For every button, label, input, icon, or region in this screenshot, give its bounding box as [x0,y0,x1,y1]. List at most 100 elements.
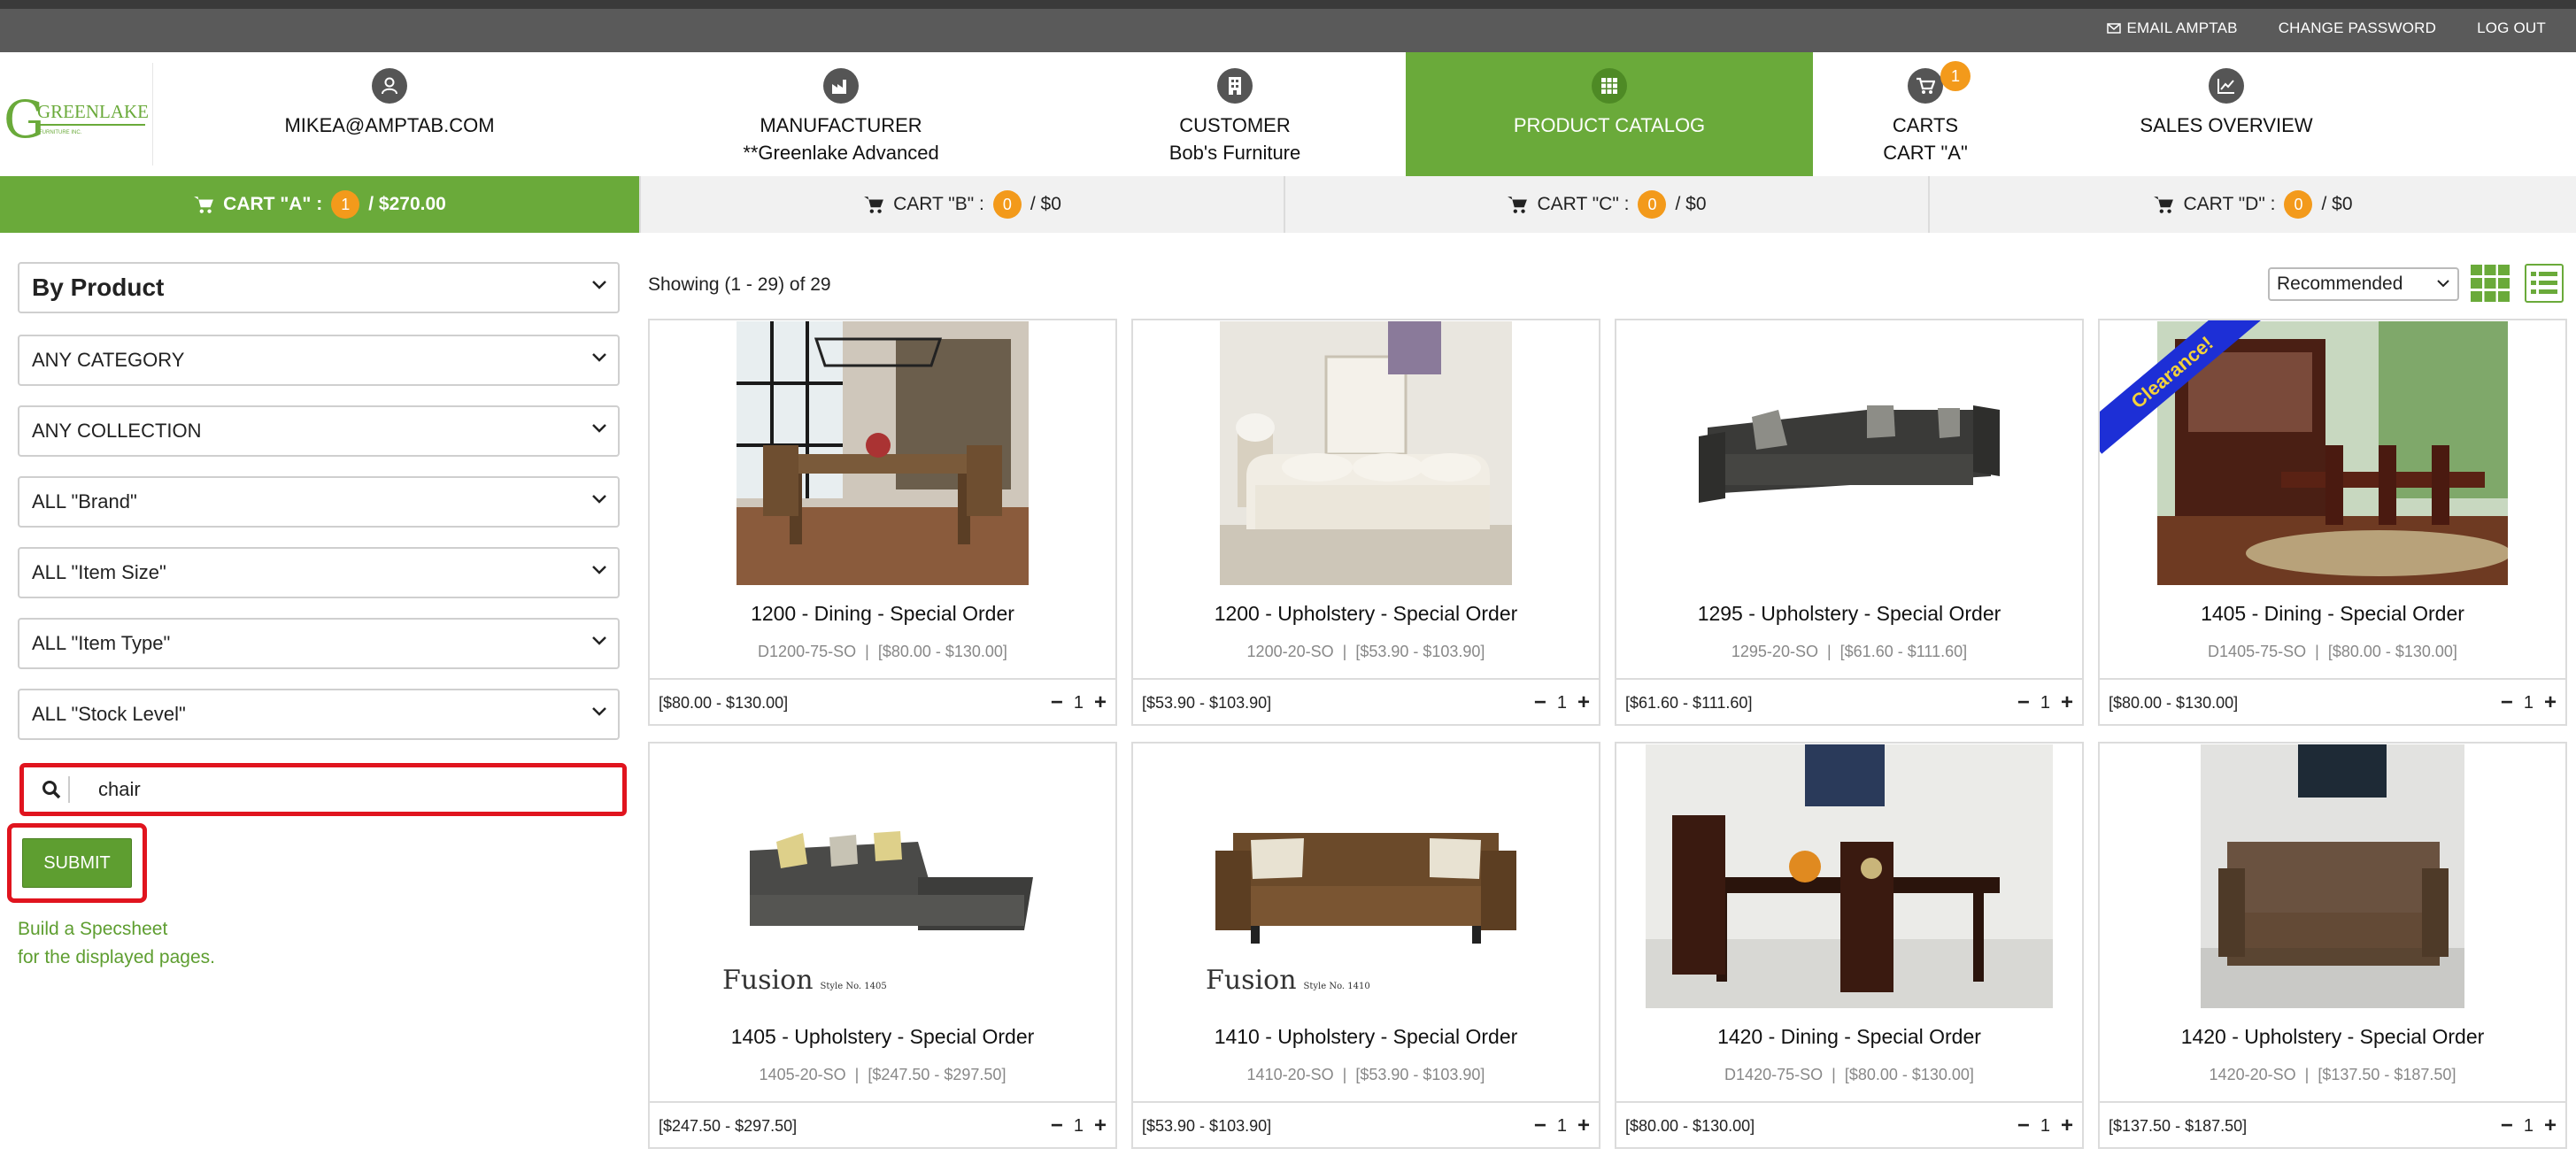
product-image[interactable] [2100,744,2565,1009]
item-size-select[interactable]: ALL "Item Size" [18,547,620,598]
logout-link[interactable]: LOG OUT [2477,19,2546,37]
product-title[interactable]: 1410 - Upholstery - Special Order [1133,1025,1599,1049]
filter-mode-select[interactable]: By Product [18,262,620,313]
product-sku-range: D1200-75-SO | [$80.00 - $130.00] [758,643,1007,660]
product-title[interactable]: 1405 - Upholstery - Special Order [650,1025,1115,1049]
product-sku-range: 1200-20-SO | [$53.90 - $103.90] [1246,643,1485,660]
chevron-down-icon [592,353,606,362]
quantity-value: 1 [2040,1115,2050,1136]
product-sku: 1200-20-SO [1246,643,1334,660]
cart-tab-b[interactable]: CART "B" : 0 / $0 [641,176,1285,233]
product-card[interactable]: 1200 - Dining - Special Order D1200-75-S… [648,319,1117,726]
product-card[interactable]: Fusion Style No. 1410 1410 - Upholstery -… [1131,742,1600,1149]
product-card[interactable]: 1420 - Upholstery - Special Order 1420-2… [2098,742,2567,1149]
plus-icon[interactable]: + [1577,690,1590,715]
cart-tab-a[interactable]: CART "A" : 1 / $270.00 [0,176,641,233]
product-sku-range: 1405-20-SO | [$247.50 - $297.50] [759,1066,1006,1083]
search-icon[interactable] [35,776,70,803]
product-sku-range: D1420-75-SO | [$80.00 - $130.00] [1724,1066,1974,1083]
nav-user[interactable]: MIKEA@AMPTAB.COM [283,52,496,176]
cart-icon [1908,68,1943,104]
email-link[interactable]: EMAIL AMPTAB [2107,19,2238,37]
minus-icon[interactable]: − [2501,1114,2513,1138]
product-footer: [$137.50 - $187.50] − 1 + [2100,1101,2565,1149]
cart-total: / $0 [1675,194,1707,214]
plus-icon[interactable]: + [1094,690,1107,715]
minus-icon[interactable]: − [1051,1114,1063,1138]
cart-count-badge: 0 [2284,190,2313,219]
build-specsheet-link[interactable]: Build a Specsheet for the displayed page… [18,915,215,972]
product-sku: D1200-75-SO [758,643,857,660]
product-title[interactable]: 1405 - Dining - Special Order [2100,602,2565,626]
nav-customer-value: Bob's Furniture [1168,142,1301,164]
product-card[interactable]: 1200 - Upholstery - Special Order 1200-2… [1131,319,1600,726]
product-card[interactable]: Fusion Style No. 1405 1405 - Upholstery -… [648,742,1117,1149]
chevron-down-icon [592,707,606,716]
cart-total: / $0 [2321,194,2353,214]
product-price-range: [$247.50 - $297.50] [868,1066,1006,1083]
category-select[interactable]: ANY CATEGORY [18,335,620,386]
stock-level-select[interactable]: ALL "Stock Level" [18,689,620,740]
item-type-value: ALL "Item Type" [32,632,171,654]
plus-icon[interactable]: + [2544,1114,2557,1138]
minus-icon[interactable]: − [1051,690,1063,715]
change-password-link[interactable]: CHANGE PASSWORD [2279,19,2436,37]
product-title[interactable]: 1420 - Dining - Special Order [1616,1025,2082,1049]
product-price-range: [$137.50 - $187.50] [2318,1066,2456,1083]
grid-view-icon[interactable] [2470,264,2510,303]
nav-product-catalog[interactable]: PRODUCT CATALOG [1406,52,1813,176]
product-card[interactable]: 1295 - Upholstery - Special Order 1295-2… [1615,319,2084,726]
list-view-icon[interactable] [2525,264,2564,303]
nav-sales-overview[interactable]: SALES OVERVIEW [2133,52,2319,176]
cart-tab-c[interactable]: CART "C" : 0 / $0 [1285,176,1930,233]
minus-icon[interactable]: − [1534,1114,1546,1138]
submit-button[interactable]: SUBMIT [22,838,132,888]
cart-tab-d[interactable]: CART "D" : 0 / $0 [1930,176,2576,233]
product-title[interactable]: 1200 - Upholstery - Special Order [1133,602,1599,626]
product-sku: 1295-20-SO [1731,643,1818,660]
cart-count-badge: 0 [1638,190,1667,219]
product-image[interactable] [650,320,1115,586]
product-price-range: [$53.90 - $103.90] [1355,1066,1485,1083]
product-title[interactable]: 1295 - Upholstery - Special Order [1616,602,2082,626]
plus-icon[interactable]: + [1094,1114,1107,1138]
nav-manufacturer[interactable]: MANUFACTURER **Greenlake Advanced [708,52,974,176]
product-price-range: [$61.60 - $111.60] [1839,643,1968,660]
minus-icon[interactable]: − [1534,690,1546,715]
plus-icon[interactable]: + [2061,1114,2073,1138]
product-image[interactable] [1616,320,2082,586]
plus-icon[interactable]: + [1577,1114,1590,1138]
nav-carts-label: CARTS [1892,114,1959,136]
minus-icon[interactable]: − [2501,690,2513,715]
search-box [19,763,627,816]
plus-icon[interactable]: + [2061,690,2073,715]
minus-icon[interactable]: − [2017,690,2030,715]
grid-icon [1592,68,1627,104]
quantity-value: 1 [2040,692,2050,713]
product-image[interactable] [1616,744,2082,1009]
greenlake-logo[interactable]: G GREENLAKE FURNITURE INC. [2,84,152,164]
nav-manufacturer-value: **Greenlake Advanced [743,142,939,164]
quantity-stepper: − 1 + [2501,690,2557,715]
item-size-value: ALL "Item Size" [32,561,166,583]
minus-icon[interactable]: − [2017,1114,2030,1138]
product-card[interactable]: Clearance! 1405 - Dining - Special Order… [2098,319,2567,726]
search-input[interactable] [77,771,608,808]
item-type-select[interactable]: ALL "Item Type" [18,618,620,669]
sort-select[interactable]: Recommended [2268,267,2459,301]
brand-select[interactable]: ALL "Brand" [18,476,620,528]
product-price: [$80.00 - $130.00] [1625,1116,1755,1135]
specsheet-line-1: Build a Specsheet [18,919,168,939]
nav-customer[interactable]: CUSTOMER Bob's Furniture [1115,52,1354,176]
product-title[interactable]: 1200 - Dining - Special Order [650,602,1115,626]
product-price: [$247.50 - $297.50] [659,1116,798,1135]
collection-select[interactable]: ANY COLLECTION [18,405,620,457]
product-footer: [$247.50 - $297.50] − 1 + [650,1101,1115,1149]
nav-carts[interactable]: 1 CARTS CART "A" [1832,52,2018,176]
product-card[interactable]: 1420 - Dining - Special Order D1420-75-S… [1615,742,2084,1149]
chevron-down-icon [592,566,606,574]
plus-icon[interactable]: + [2544,690,2557,715]
product-image[interactable] [1133,320,1599,586]
nav-customer-label: CUSTOMER [1179,114,1291,136]
product-title[interactable]: 1420 - Upholstery - Special Order [2100,1025,2565,1049]
